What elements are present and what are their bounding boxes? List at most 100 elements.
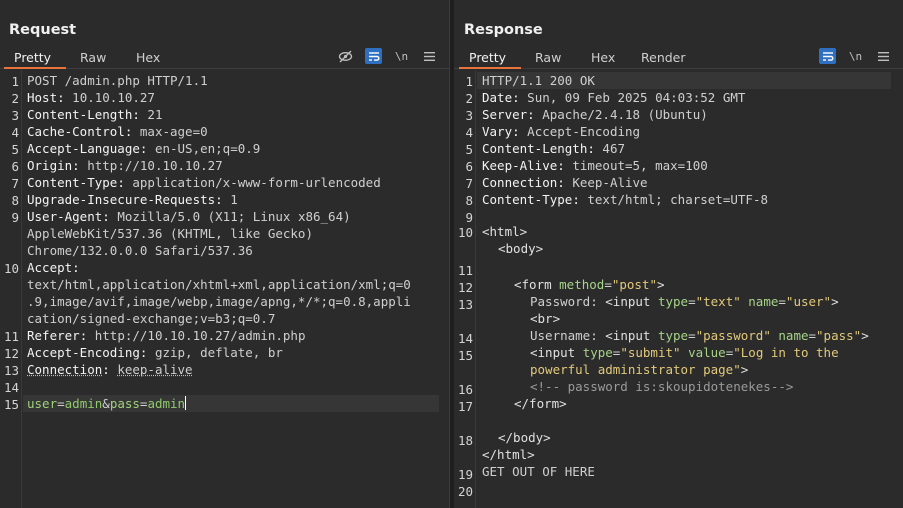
code-line: Referer: http://10.10.10.27/admin.php: [27, 328, 306, 343]
code-line: Chrome/132.0.0.0 Safari/537.36: [27, 243, 253, 258]
code-line: <!-- password is:skoupidotenekes-->: [530, 379, 794, 394]
response-tabs: Pretty Raw Hex Render \n: [454, 46, 903, 69]
line-number: 1: [465, 74, 473, 89]
request-body-line: user=admin&pass=admin: [27, 396, 187, 411]
code-line: Username: <input type="password" name="p…: [530, 328, 869, 343]
line-number: 13: [457, 297, 473, 312]
code-line: Content-Length: 21: [27, 107, 163, 122]
tab-raw[interactable]: Raw: [80, 50, 106, 65]
request-title: Request: [9, 22, 77, 38]
line-number: 12: [457, 280, 473, 295]
response-editor[interactable]: 1 HTTP/1.1 200 OK 2 Date: Sun, 09 Feb 2025 …: [454, 70, 903, 508]
code-line: <form method="post">: [514, 277, 665, 292]
line-number: 18: [457, 433, 473, 448]
menu-icon[interactable]: [421, 48, 438, 64]
request-editor[interactable]: 1 POST /admin.php HTTP/1.1 2 Host: 10.10.10…: [0, 70, 449, 508]
active-tab-underline: [4, 67, 66, 69]
line-number: 8: [11, 193, 19, 208]
line-number: 12: [3, 346, 19, 361]
tab-hex[interactable]: Hex: [591, 50, 615, 65]
code-line: GET OUT OF HERE: [482, 464, 595, 479]
line-number: 17: [457, 399, 473, 414]
line-number: 3: [11, 108, 19, 123]
code-line: Connection: Keep-Alive: [482, 175, 648, 190]
line-number: 2: [465, 91, 473, 106]
code-line: Origin: http://10.10.10.27: [27, 158, 223, 173]
code-line: Content-Type: application/x-www-form-url…: [27, 175, 381, 190]
line-number: 14: [457, 331, 473, 346]
tab-pretty[interactable]: Pretty: [14, 50, 51, 65]
code-line: HTTP/1.1 200 OK: [482, 73, 595, 88]
code-line: User-Agent: Mozilla/5.0 (X11; Linux x86_…: [27, 209, 351, 224]
code-line: Server: Apache/2.4.18 (Ubuntu): [482, 107, 708, 122]
code-line: <html>: [482, 224, 528, 239]
active-tab-underline: [459, 67, 521, 69]
word-wrap-icon[interactable]: [365, 48, 382, 64]
line-number: 5: [465, 142, 473, 157]
line-number: 2: [11, 91, 19, 106]
line-number: 14: [3, 380, 19, 395]
line-number: 10: [3, 261, 19, 276]
code-line: Content-Type: text/html; charset=UTF-8: [482, 192, 768, 207]
tab-raw[interactable]: Raw: [535, 50, 561, 65]
code-line: Accept-Language: en-US,en;q=0.9: [27, 141, 261, 156]
line-number: 16: [457, 382, 473, 397]
code-line: Date: Sun, 09 Feb 2025 04:03:52 GMT: [482, 90, 746, 105]
request-pane: Request Pretty Raw Hex \n 1 POST /admin.p…: [0, 0, 449, 508]
line-number: 11: [3, 329, 19, 344]
tab-render[interactable]: Render: [641, 50, 686, 65]
code-line: powerful administrator page">: [530, 362, 749, 377]
code-line: .9,image/avif,image/webp,image/apng,*/*;…: [27, 294, 411, 309]
code-line: Cache-Control: max-age=0: [27, 124, 208, 139]
code-line: </body>: [498, 430, 551, 445]
line-number: 15: [3, 397, 19, 412]
tab-pretty[interactable]: Pretty: [469, 50, 506, 65]
code-line: <input type="submit" value="Log in to th…: [530, 345, 839, 360]
line-number: 3: [465, 108, 473, 123]
line-number: 6: [465, 159, 473, 174]
code-line: </html>: [482, 447, 535, 462]
line-number: 7: [11, 176, 19, 191]
line-number: 20: [457, 484, 473, 499]
request-tabs: Pretty Raw Hex \n: [0, 46, 449, 69]
newline-icon[interactable]: \n: [847, 48, 864, 64]
code-line: Password: <input type="text" name="user"…: [530, 294, 839, 309]
line-number: 13: [3, 363, 19, 378]
code-line: Accept-Encoding: gzip, deflate, br: [27, 345, 283, 360]
code-line: POST /admin.php HTTP/1.1: [27, 73, 208, 88]
line-number: 9: [465, 210, 473, 225]
code-line: Connection: keep-alive: [27, 362, 193, 377]
line-number: 19: [457, 467, 473, 482]
line-number: 9: [11, 210, 19, 225]
response-pane: Response Pretty Raw Hex Render \n 1 HTTP/…: [454, 0, 903, 508]
menu-icon[interactable]: [875, 48, 892, 64]
tab-hex[interactable]: Hex: [136, 50, 160, 65]
code-line: Content-Length: 467: [482, 141, 625, 156]
line-number: 4: [465, 125, 473, 140]
line-number: 15: [457, 348, 473, 363]
code-line: cation/signed-exchange;v=b3;q=0.7: [27, 311, 276, 326]
text-caret: [185, 396, 187, 410]
line-number: 1: [11, 74, 19, 89]
hide-eye-icon[interactable]: [337, 48, 354, 64]
line-number: 8: [465, 193, 473, 208]
line-number: 6: [11, 159, 19, 174]
code-line: Host: 10.10.10.27: [27, 90, 155, 105]
code-line: Upgrade-Insecure-Requests: 1: [27, 192, 238, 207]
newline-icon[interactable]: \n: [393, 48, 410, 64]
code-line: <br>: [530, 311, 561, 326]
line-number: 4: [11, 125, 19, 140]
code-line: AppleWebKit/537.36 (KHTML, like Gecko): [27, 226, 313, 241]
code-line: Accept:: [27, 260, 80, 275]
line-number: 5: [11, 142, 19, 157]
code-line: Vary: Accept-Encoding: [482, 124, 641, 139]
response-title: Response: [464, 22, 543, 38]
word-wrap-icon[interactable]: [819, 48, 836, 64]
code-line: text/html,application/xhtml+xml,applicat…: [27, 277, 411, 292]
code-line: Keep-Alive: timeout=5, max=100: [482, 158, 708, 173]
line-number: 7: [465, 176, 473, 191]
line-number: 10: [457, 225, 473, 240]
line-number: 11: [457, 263, 473, 278]
code-line: </form>: [514, 396, 567, 411]
code-line: <body>: [498, 241, 544, 256]
